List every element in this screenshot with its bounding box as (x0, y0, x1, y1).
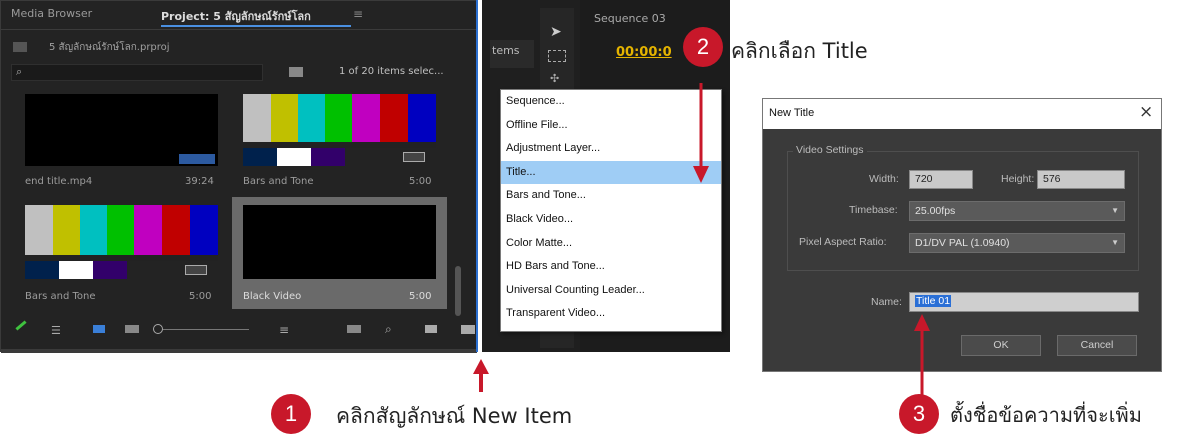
step-3-badge: 3 (899, 394, 939, 434)
step-3-text: ตั้งชื่อข้อความที่จะเพิ่ม (950, 403, 1142, 427)
arrow-1-head (473, 359, 489, 374)
step-1-text: คลิกสัญลักษณ์ New Item (336, 404, 573, 428)
arrow-2-head (693, 166, 709, 183)
annotation-arrows (473, 83, 930, 395)
step-2-badge: 2 (683, 27, 723, 67)
step-2-text: คลิกเลือก Title (731, 39, 868, 63)
step-1-badge: 1 (271, 394, 311, 434)
arrow-3-head (914, 314, 930, 331)
